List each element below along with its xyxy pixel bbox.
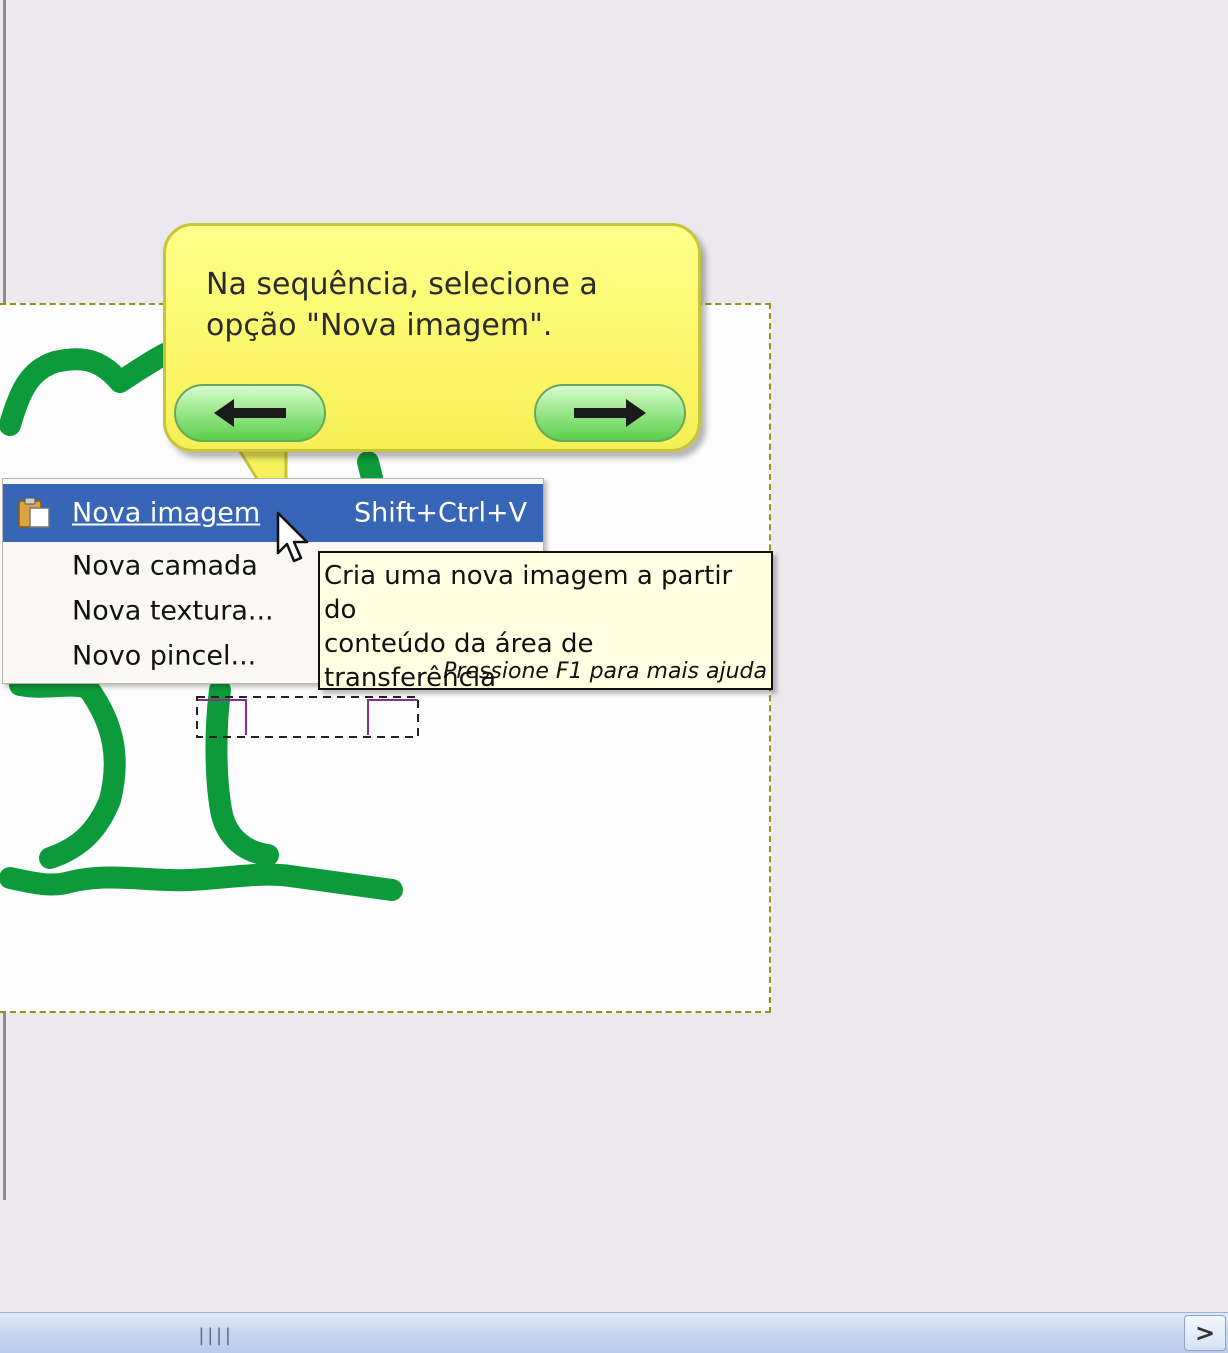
- arrow-right-icon: [574, 399, 646, 427]
- menu-item-nova-imagem[interactable]: Nova imagem Shift+Ctrl+V: [3, 484, 543, 542]
- menu-item-label: Novo pincel...: [72, 640, 257, 672]
- back-button[interactable]: [174, 384, 326, 442]
- callout-instruction: Na sequência, selecione a opção "Nova im…: [206, 267, 598, 343]
- paste-icon: [18, 497, 50, 528]
- selection-handle-right: [367, 699, 418, 735]
- menu-item-label: Nova textura...: [72, 595, 274, 627]
- selection-marquee: [196, 696, 419, 738]
- menu-tooltip: Cria uma nova imagem a partir do conteúd…: [318, 551, 773, 693]
- tutorial-callout: Na sequência, selecione a opção "Nova im…: [163, 223, 701, 452]
- horizontal-scrollbar[interactable]: |||| >: [0, 1312, 1228, 1353]
- menu-item-label: Nova camada: [72, 550, 258, 582]
- tree-crown-stroke: [0, 343, 176, 436]
- menu-item-label-mnemonic: Nova imagem: [72, 497, 261, 529]
- arrow-left-icon: [214, 399, 286, 427]
- scroll-right-button[interactable]: >: [1184, 1315, 1226, 1351]
- tree-trunk-left-stroke: [9, 674, 126, 869]
- menu-item-shortcut: Shift+Ctrl+V: [354, 497, 528, 529]
- tree-trunk-right-stroke: [205, 679, 279, 866]
- ground-stroke: [0, 863, 403, 901]
- tree-mark-stroke: [357, 451, 383, 489]
- next-button[interactable]: [534, 384, 686, 442]
- scroll-grip-icon[interactable]: ||||: [196, 1325, 233, 1346]
- menu-item-label: Nova imagem: [72, 498, 260, 529]
- tooltip-help-hint: Pressione F1 para mais ajuda: [443, 659, 767, 684]
- chevron-right-icon: >: [1194, 1319, 1216, 1347]
- mouse-cursor-icon: [276, 511, 309, 563]
